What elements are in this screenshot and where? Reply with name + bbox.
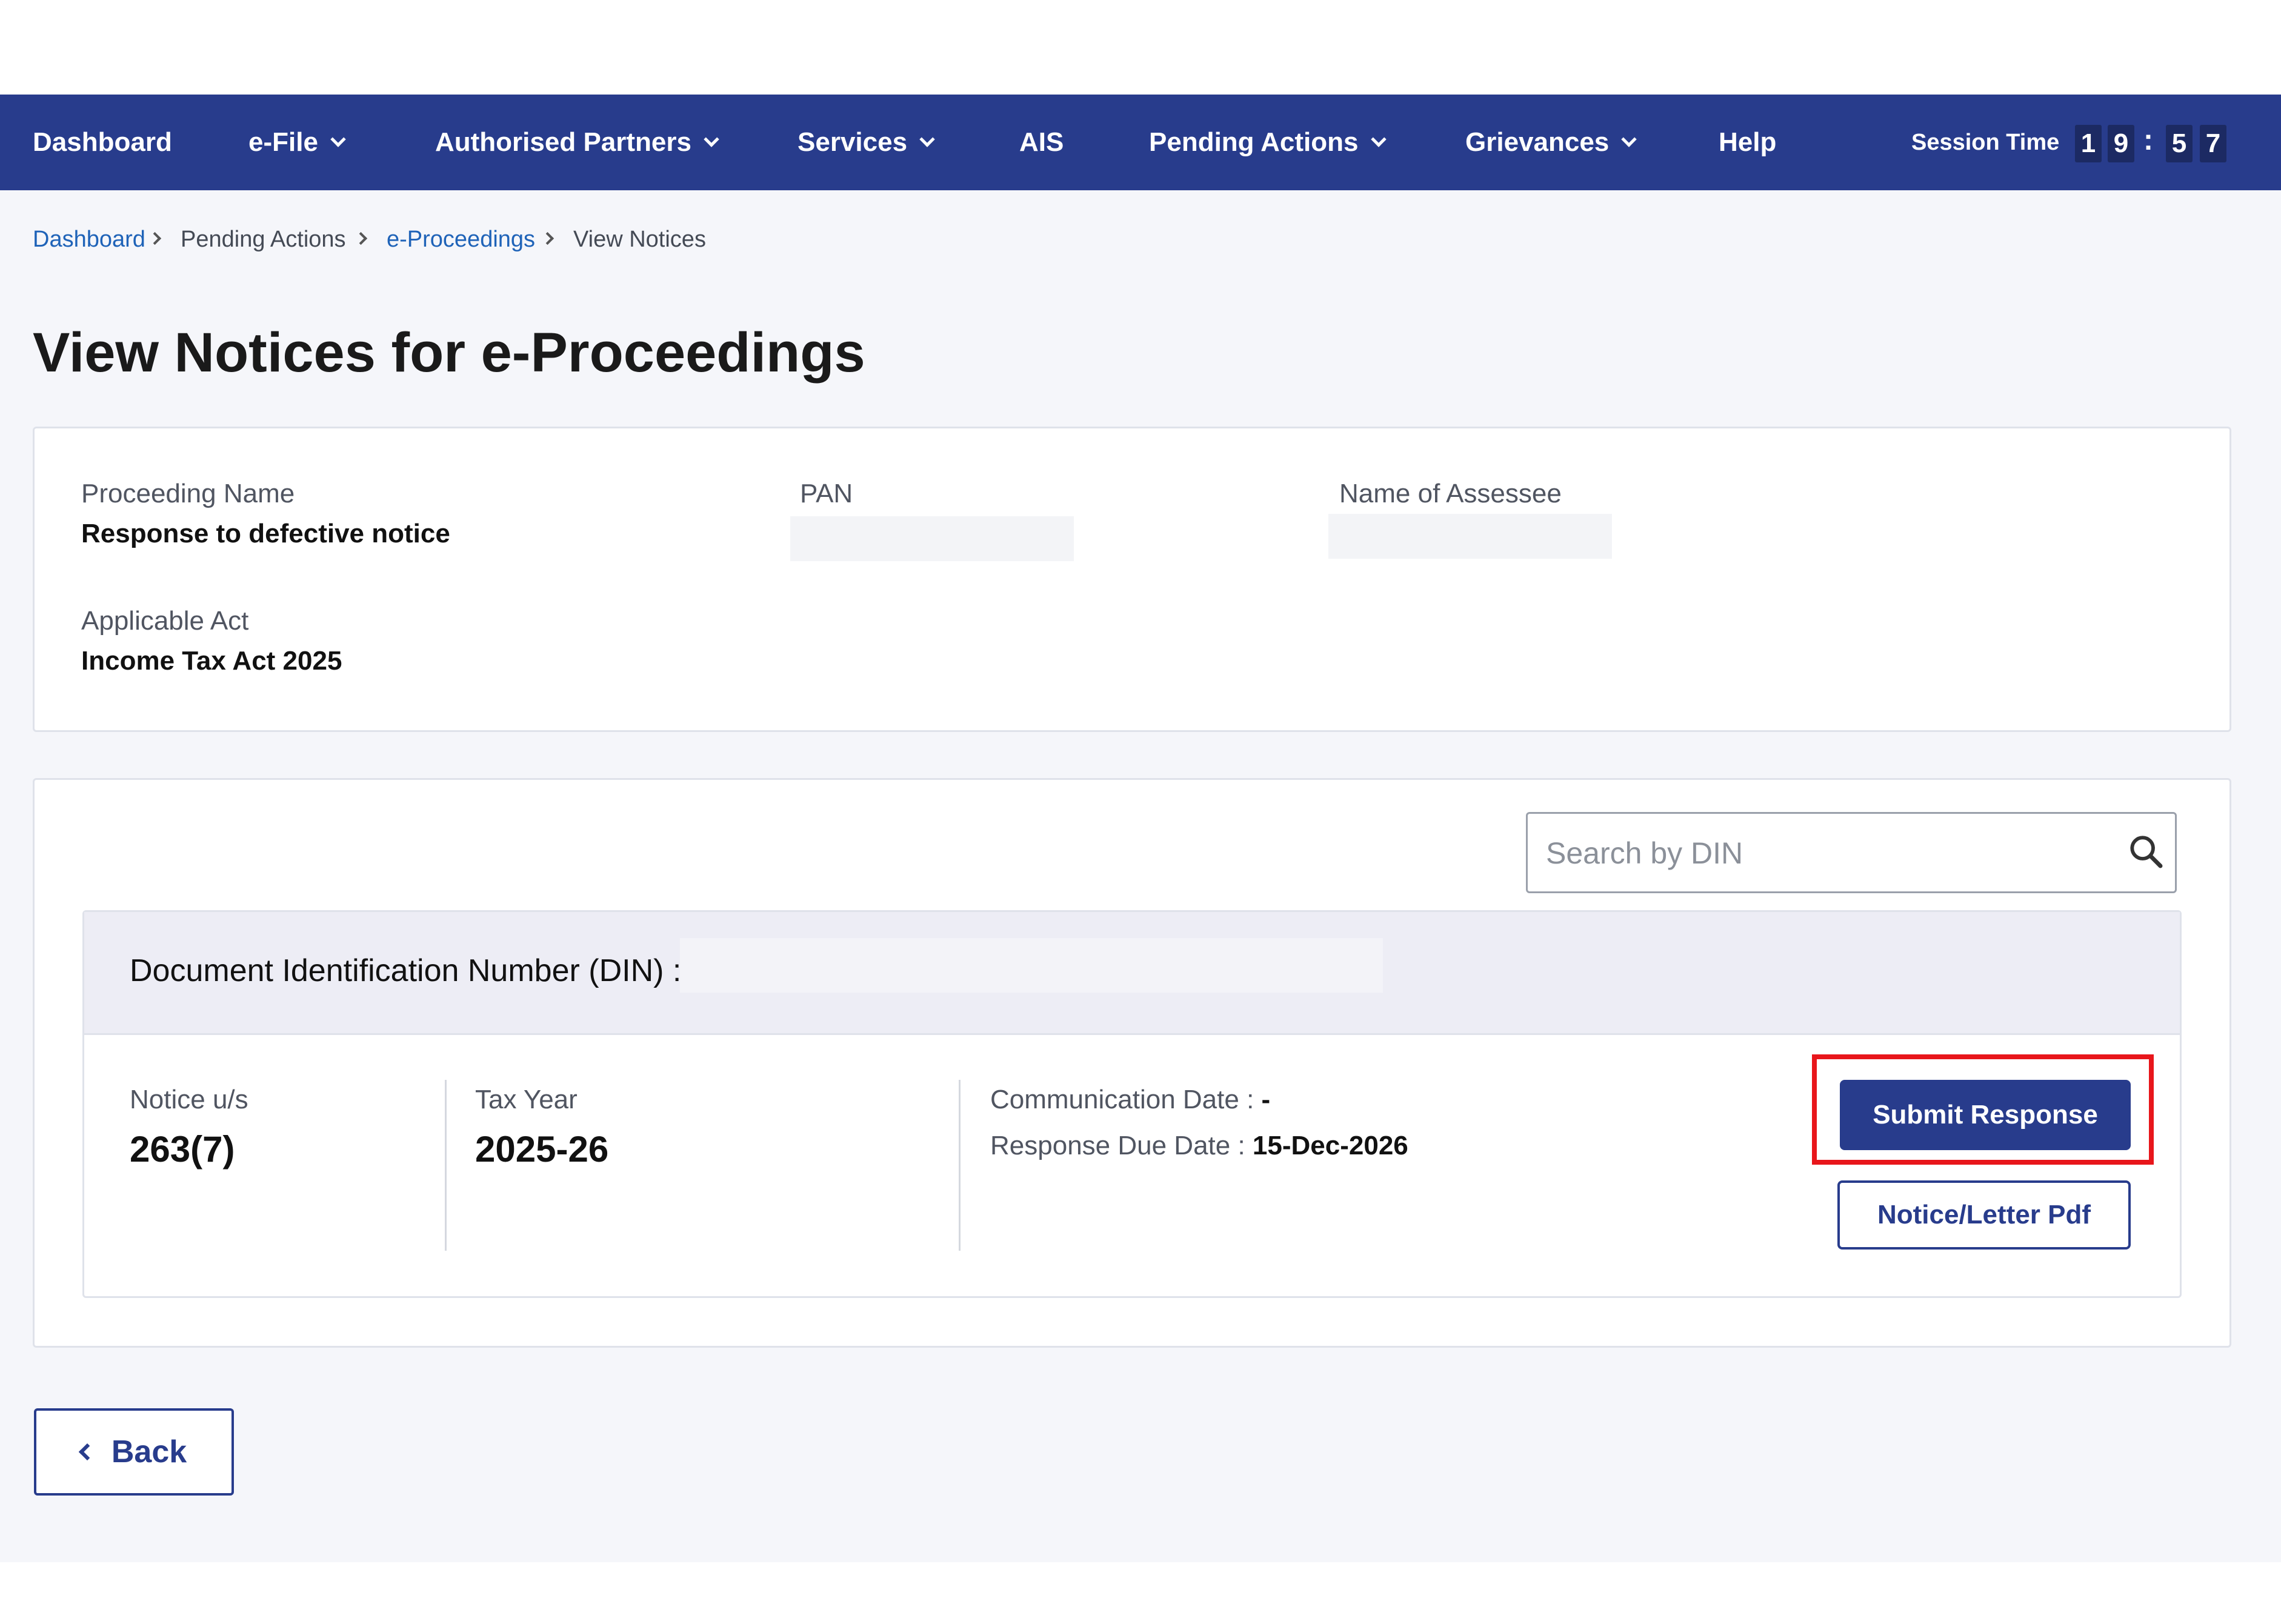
nav-efile[interactable]: e-File [248,95,346,190]
applicable-act-value: Income Tax Act 2025 [81,646,342,676]
assessee-name-label: Name of Assessee [1339,479,1562,508]
nav-services[interactable]: Services [798,95,935,190]
column-divider [445,1080,447,1251]
session-digit: 1 [2075,125,2102,162]
nav-ais[interactable]: AIS [1019,95,1064,190]
proceeding-name-value: Response to defective notice [81,519,450,548]
din-label: Document Identification Number (DIN) : [130,953,682,988]
highlight-box [1812,1054,2154,1165]
assessee-name-redacted [1328,514,1612,559]
communication-date-value: - [1261,1085,1271,1114]
nav-authorised-partners-label: Authorised Partners [435,127,691,157]
session-digit: 5 [2166,125,2193,162]
back-button[interactable]: Back [34,1408,234,1496]
session-digit: 9 [2108,125,2134,162]
top-navigation-bar: Dashboard e-File Authorised Partners Ser… [0,95,2281,190]
column-divider [959,1080,961,1251]
nav-help-label: Help [1719,127,1777,157]
nav-pending-actions-label: Pending Actions [1149,127,1359,157]
search-icon[interactable] [2126,832,2165,871]
response-due-date-value: 15-Dec-2026 [1252,1131,1408,1160]
search-din-input[interactable] [1545,814,2093,893]
search-din-box [1526,812,2177,893]
response-due-date-label: Response Due Date : 15-Dec-2026 [990,1131,1408,1161]
breadcrumb-dashboard[interactable]: Dashboard [33,227,145,253]
proceeding-name-label: Proceeding Name [81,479,295,508]
din-value-redacted [680,938,1383,993]
nav-dashboard[interactable]: Dashboard [33,95,172,190]
nav-efile-label: e-File [248,127,318,157]
back-button-label: Back [111,1434,187,1469]
breadcrumb-pending-actions: Pending Actions [181,227,346,252]
breadcrumb-e-proceedings[interactable]: e-Proceedings [387,227,535,253]
chevron-down-icon [1621,131,1637,147]
page-title: View Notices for e-Proceedings [33,322,865,384]
communication-date-label: Communication Date : - [990,1085,1270,1115]
nav-grievances-label: Grievances [1465,127,1610,157]
chevron-down-icon [330,131,346,147]
notice-section-label: Notice u/s [130,1085,248,1114]
pan-value-redacted [790,516,1074,561]
notice-letter-pdf-button[interactable]: Notice/Letter Pdf [1837,1180,2131,1250]
response-due-date-text: Response Due Date : [990,1131,1245,1160]
nav-pending-actions[interactable]: Pending Actions [1149,95,1387,190]
chevron-left-icon [78,1443,96,1461]
chevron-down-icon [919,131,935,147]
session-digit: 7 [2200,125,2226,162]
proceeding-details-card [33,427,2231,732]
chevron-down-icon [704,131,719,147]
applicable-act-label: Applicable Act [81,606,249,636]
tax-year-label: Tax Year [475,1085,578,1114]
tax-year-value: 2025-26 [475,1129,609,1170]
nav-help[interactable]: Help [1719,95,1776,190]
nav-dashboard-label: Dashboard [33,127,172,157]
pan-label: PAN [800,479,853,508]
nav-ais-label: AIS [1019,127,1064,157]
communication-date-text: Communication Date : [990,1085,1254,1114]
notice-section-value: 263(7) [130,1129,235,1170]
session-separator: : [2143,124,2153,156]
session-time-label: Session Time [1911,129,2060,155]
chevron-down-icon [1370,131,1387,147]
nav-grievances[interactable]: Grievances [1465,95,1637,190]
breadcrumb-view-notices: View Notices [573,227,706,252]
nav-authorised-partners[interactable]: Authorised Partners [435,95,719,190]
nav-services-label: Services [798,127,908,157]
